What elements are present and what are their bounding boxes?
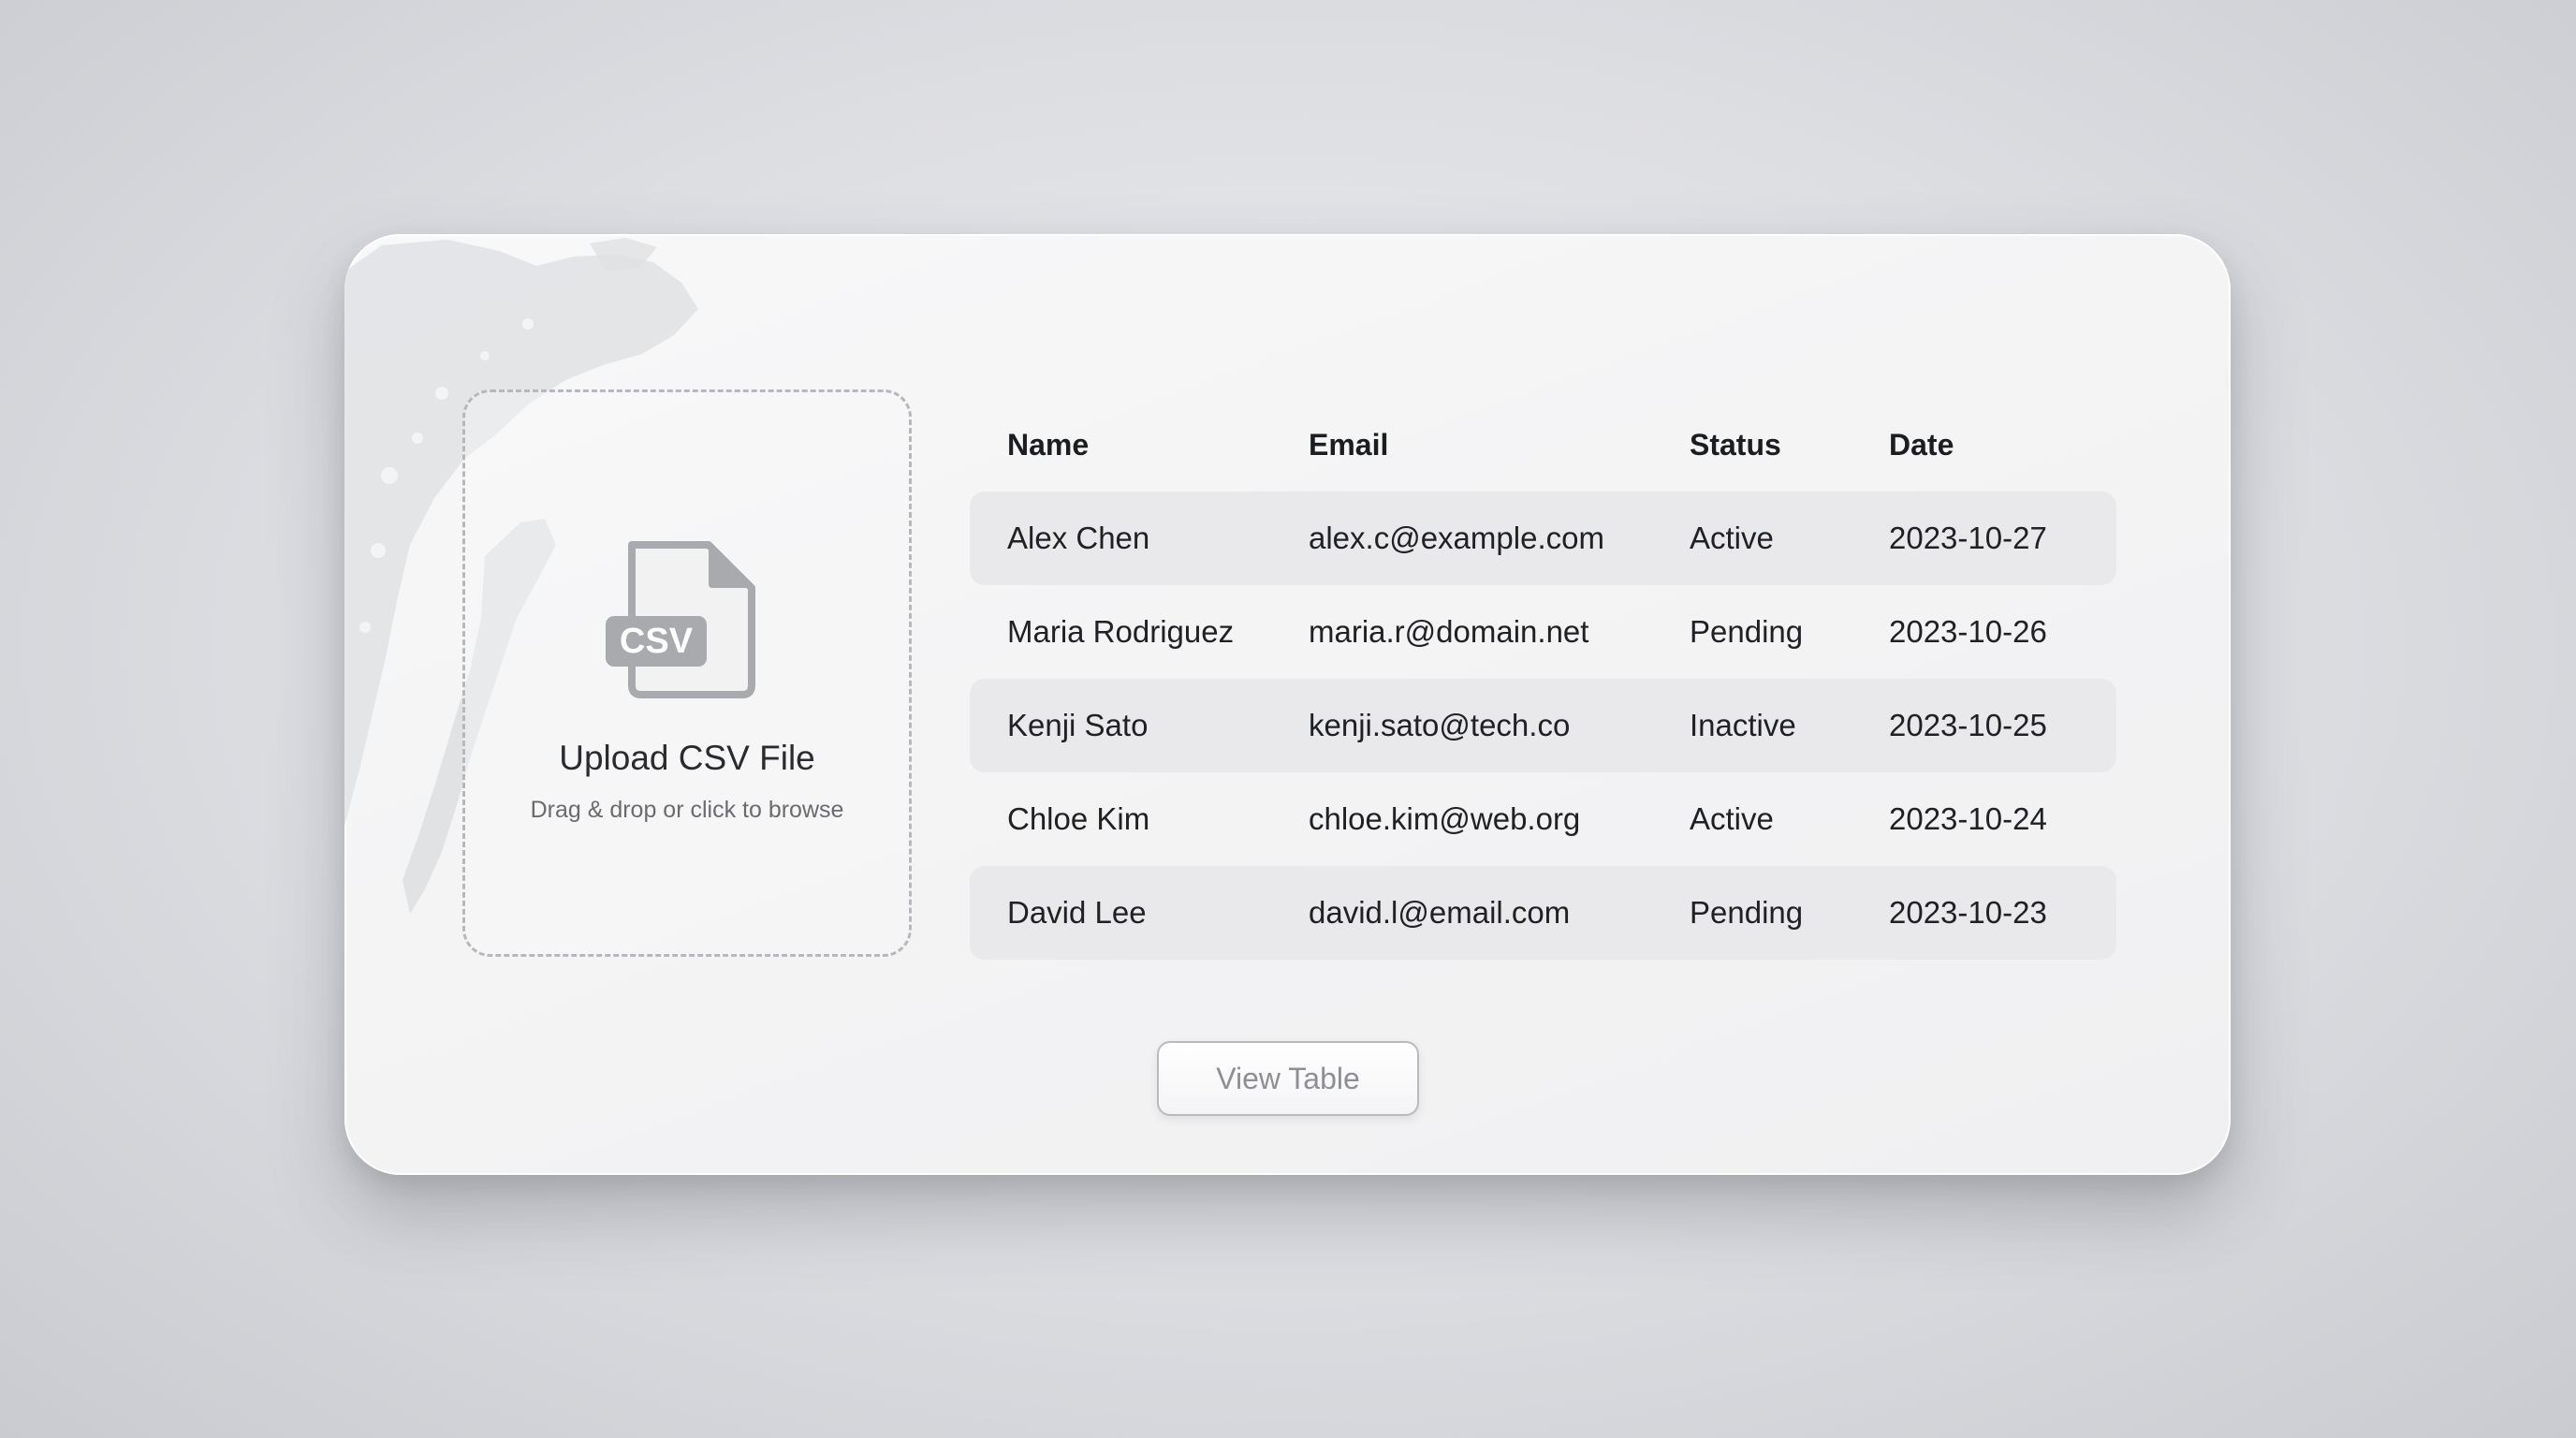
column-header-name[interactable]: Name [1007,398,1089,492]
cell-status: Active [1690,521,1774,555]
cell-status: Pending [1690,614,1804,649]
table-row[interactable]: David Lee david.l@email.com Pending 2023… [970,866,2116,960]
cell-date: 2023-10-23 [1889,895,2047,930]
cell-name: Maria Rodriguez [1007,614,1235,649]
cell-email: alex.c@example.com [1309,521,1604,555]
table-row[interactable]: Chloe Kim chloe.kim@web.org Active 2023-… [970,772,2116,866]
cell-status: Pending [1690,895,1804,930]
cell-status: Active [1690,801,1774,836]
data-table: Name Email Status Date Alex Chen alex.c@… [970,398,2116,960]
cell-date: 2023-10-27 [1889,521,2047,555]
column-header-email[interactable]: Email [1309,398,1388,492]
cell-date: 2023-10-26 [1889,614,2047,649]
table-header-row: Name Email Status Date [970,398,2116,492]
cell-email: chloe.kim@web.org [1309,801,1581,836]
csv-upload-dropzone[interactable]: CSV Upload CSV File Drag & drop or click… [462,389,912,957]
cell-name: Kenji Sato [1007,708,1149,742]
csv-file-icon: CSV [606,541,755,698]
cell-name: Chloe Kim [1007,801,1150,836]
cell-date: 2023-10-25 [1889,708,2047,742]
cell-email: maria.r@domain.net [1309,614,1589,649]
cell-name: David Lee [1007,895,1147,930]
csv-icon-label: CSV [620,622,694,661]
table-row[interactable]: Alex Chen alex.c@example.com Active 2023… [970,492,2116,585]
upload-title: Upload CSV File [559,739,815,777]
cell-email: david.l@email.com [1309,895,1571,930]
cell-date: 2023-10-24 [1889,801,2047,836]
upload-hint: Drag & drop or click to browse [530,797,844,823]
column-header-date[interactable]: Date [1889,398,1954,492]
cell-name: Alex Chen [1007,521,1150,555]
table-row[interactable]: Maria Rodriguez maria.r@domain.net Pendi… [970,585,2116,679]
view-table-button[interactable]: View Table [1157,1041,1419,1116]
cell-status: Inactive [1690,708,1796,742]
csv-import-card: CSV Upload CSV File Drag & drop or click… [344,234,2231,1175]
table-row[interactable]: Kenji Sato kenji.sato@tech.co Inactive 2… [970,679,2116,772]
cell-email: kenji.sato@tech.co [1309,708,1571,742]
column-header-status[interactable]: Status [1690,398,1781,492]
